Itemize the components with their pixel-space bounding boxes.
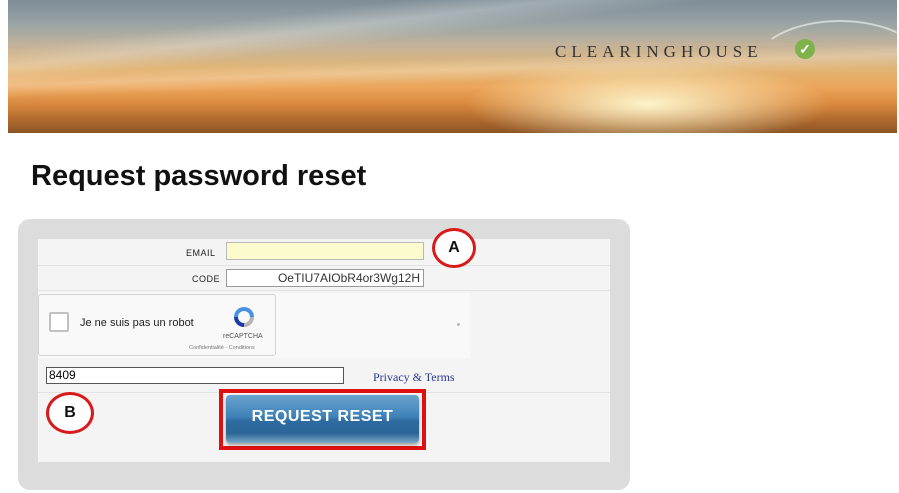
annotation-marker-b: B [46, 392, 94, 434]
captcha-dot [457, 323, 460, 326]
privacy-terms-link[interactable]: Privacy & Terms [373, 370, 455, 385]
email-label: EMAIL [186, 248, 216, 258]
recaptcha-checkbox[interactable] [49, 312, 69, 332]
recaptcha-label: Je ne suis pas un robot [80, 317, 194, 329]
logo-text: CLEARINGHOUSE [555, 42, 763, 61]
row-divider [38, 265, 610, 266]
captcha-answer-field[interactable]: 8409 [46, 367, 344, 384]
code-field[interactable]: OeTIU7AIObR4or3Wg12H [226, 269, 424, 287]
check-icon: ✓ [795, 39, 815, 59]
header-banner: CLEARINGHOUSE [8, 0, 897, 133]
request-reset-button[interactable]: REQUEST RESET [226, 395, 419, 443]
page-title: Request password reset [31, 160, 367, 192]
row-divider [38, 290, 610, 291]
code-label: CODE [192, 274, 221, 284]
recaptcha-logo-icon [234, 307, 254, 327]
email-field[interactable] [226, 242, 424, 260]
annotation-marker-a: A [432, 228, 476, 268]
recaptcha-brand: reCAPTCHA [223, 333, 263, 340]
recaptcha-links[interactable]: Confidentialité - Conditions [189, 345, 255, 351]
